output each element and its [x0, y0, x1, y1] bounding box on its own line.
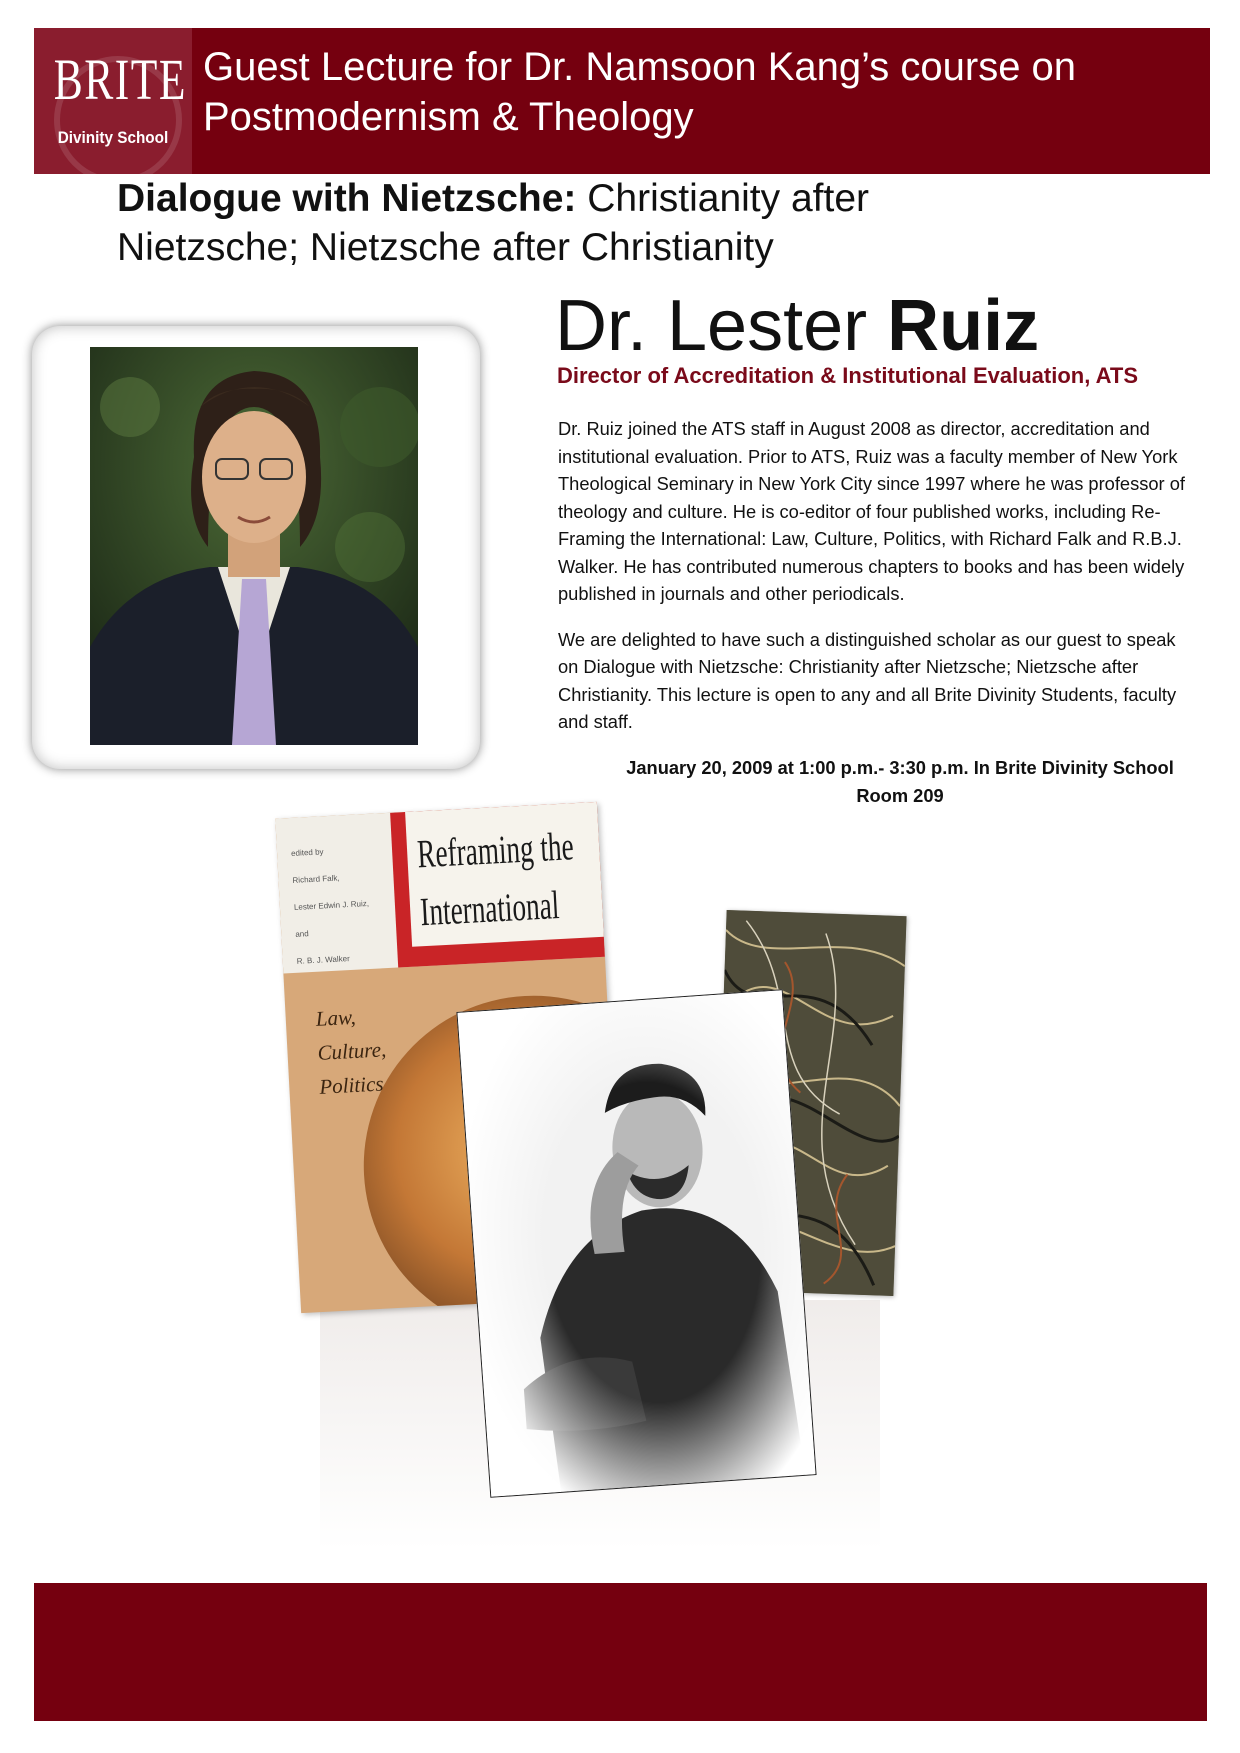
lecture-title-rest: Christianity after: [576, 177, 870, 220]
brite-logo: BRITE Divinity School: [34, 28, 192, 174]
bio: Dr. Ruiz joined the ATS staff in August …: [558, 415, 1188, 754]
speaker-name: Dr. Lester Ruiz: [555, 286, 1039, 366]
book-subtitle-line1: Law,: [315, 1004, 357, 1031]
book-title-line1: Reframing the: [416, 823, 575, 877]
book-subtitle: Law, Culture, Politics: [315, 998, 389, 1103]
book-title-line2: International: [419, 882, 561, 935]
book-subtitle-line2: Culture,: [316, 1037, 387, 1065]
speaker-role: Director of Accreditation & Institutiona…: [557, 363, 1139, 388]
footer-band: [34, 1583, 1207, 1721]
event-datetime: January 20, 2009 at 1:00 p.m.- 3:30 p.m.…: [626, 757, 1174, 778]
speaker-photo: [90, 347, 418, 745]
lecture-title-bold: Dialogue with Nietzsche:: [117, 177, 577, 220]
nietzsche-portrait: [456, 989, 817, 1498]
bio-paragraph-2: We are delighted to have such a distingu…: [558, 628, 1177, 733]
lecture-title-line2: Nietzsche; Nietzsche after Christianity: [117, 226, 774, 269]
lecture-title-line1: Dialogue with Nietzsche: Christianity af…: [117, 174, 1017, 223]
logo-brite-text: BRITE: [53, 47, 187, 112]
header-title-line2: Postmodernism & Theology: [203, 95, 694, 139]
book-title: Reframing the International: [416, 819, 575, 941]
book-editors: edited by Richard Falk, Lester Edwin J. …: [290, 835, 397, 975]
speaker-name-bold: Ruiz: [887, 286, 1040, 366]
book-subtitle-line3: Politics: [318, 1071, 385, 1099]
header-title-line1: Guest Lecture for Dr. Namsoon Kang’s cou…: [203, 45, 1077, 89]
speaker-name-prefix: Dr. Lester: [555, 286, 888, 366]
header-title: Guest Lecture for Dr. Namsoon Kang’s cou…: [203, 42, 1203, 142]
lecture-title: Dialogue with Nietzsche: Christianity af…: [117, 174, 1017, 272]
bio-paragraph-1: Dr. Ruiz joined the ATS staff in August …: [558, 418, 1185, 604]
event-room: Room 209: [856, 785, 944, 806]
book-editors-line5: R. B. J. Walker: [296, 954, 350, 966]
event-info: January 20, 2009 at 1:00 p.m.- 3:30 p.m.…: [560, 754, 1240, 810]
logo-divinity-text: Divinity School: [57, 128, 169, 147]
